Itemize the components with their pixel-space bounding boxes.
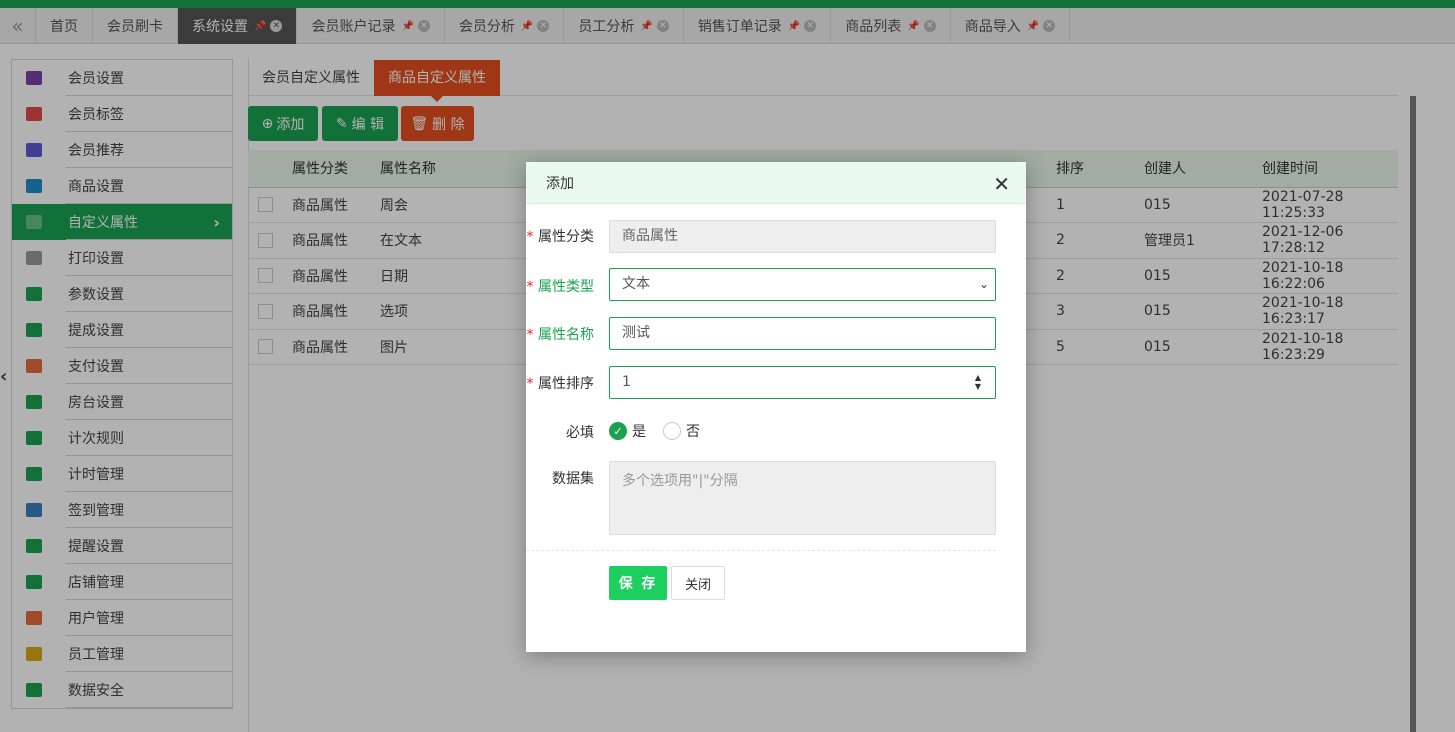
required-yes-radio[interactable]: ✓ 是: [609, 421, 646, 441]
close-icon[interactable]: ✕: [993, 172, 1010, 196]
category-label: 属性分类: [527, 226, 594, 246]
order-input-value: 1: [622, 374, 631, 390]
type-select[interactable]: 文本 ⌄: [609, 268, 996, 301]
category-field: 商品属性: [609, 220, 996, 253]
dataset-label: 数据集: [552, 471, 594, 487]
page-scrollbar[interactable]: [1410, 96, 1416, 732]
name-label: 属性名称: [527, 324, 594, 344]
dataset-textarea[interactable]: 多个选项用"|"分隔: [609, 461, 996, 535]
check-icon: ✓: [609, 422, 627, 440]
add-attribute-dialog: 添加 ✕ 属性分类 商品属性 属性类型 文本 ⌄ 属性名称 测试 属性排序 1 ▲▼…: [526, 162, 1026, 652]
required-label: 必填: [566, 425, 594, 441]
dialog-divider: [526, 550, 996, 551]
type-label: 属性类型: [527, 276, 594, 296]
order-input[interactable]: 1 ▲ ▼: [609, 366, 996, 399]
radio-empty-icon: [663, 422, 681, 440]
type-select-value: 文本: [622, 276, 650, 292]
number-spinner-icon[interactable]: ▲ ▼: [975, 373, 981, 391]
name-input[interactable]: 测试: [609, 317, 996, 350]
close-button[interactable]: 关闭: [671, 566, 725, 600]
save-button[interactable]: 保 存: [609, 566, 667, 600]
required-yes-label: 是: [632, 424, 646, 440]
required-no-radio[interactable]: 否: [663, 421, 700, 441]
required-no-label: 否: [686, 424, 700, 440]
chevron-down-icon: ⌄: [978, 277, 989, 291]
order-label: 属性排序: [527, 373, 594, 393]
dialog-title: 添加: [546, 175, 574, 192]
dialog-header: 添加 ✕: [526, 162, 1026, 204]
